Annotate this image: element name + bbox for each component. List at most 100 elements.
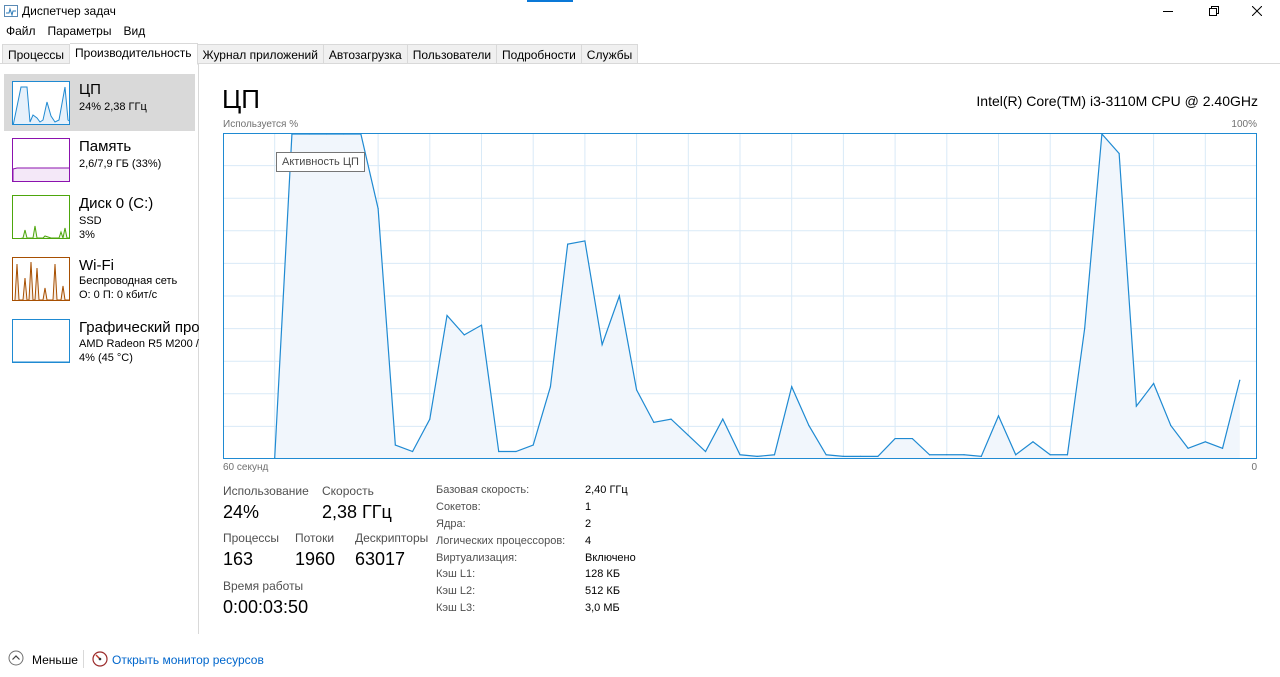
spec-value: 2,40 ГГц bbox=[585, 484, 628, 496]
cpu-usage-point bbox=[877, 455, 879, 457]
cpu-usage-point bbox=[946, 454, 948, 456]
cpu-usage-point bbox=[498, 450, 500, 453]
spec-value: 512 КБ bbox=[585, 585, 621, 597]
cpu-usage-point bbox=[1187, 447, 1189, 449]
spec-label: Кэш L2: bbox=[436, 585, 476, 597]
spec-value: 3,0 МБ bbox=[585, 602, 620, 614]
processes-value: 163 bbox=[223, 549, 254, 569]
cpu-usage-point bbox=[567, 243, 569, 245]
spec-label: Базовая скорость: bbox=[436, 484, 530, 496]
cpu-usage-point bbox=[860, 455, 862, 457]
cpu-usage-chart[interactable] bbox=[223, 132, 1257, 459]
tab-performance[interactable]: Производительность bbox=[70, 43, 198, 65]
spec-label: Логических процессоров: bbox=[436, 535, 566, 547]
cpu-usage-point bbox=[687, 434, 689, 436]
tab-users[interactable]: Пользователи bbox=[407, 44, 498, 64]
cpu-usage-point bbox=[670, 418, 672, 420]
cpu-usage-point bbox=[1015, 454, 1017, 456]
sidebar-item-cpu[interactable]: ЦП 24% 2,38 ГГц bbox=[4, 74, 195, 131]
uptime-value: 0:00:03:50 bbox=[223, 597, 309, 617]
sidebar-item-label: Графический про bbox=[79, 319, 200, 336]
cpu-usage-point bbox=[618, 295, 620, 297]
cpu-usage-point bbox=[463, 334, 465, 336]
tab-app-history[interactable]: Журнал приложений bbox=[197, 44, 324, 64]
cpu-usage-point bbox=[1049, 454, 1051, 456]
sidebar-item-label: Диск 0 (C:) bbox=[79, 195, 154, 212]
spec-label: Виртуализация: bbox=[436, 552, 518, 564]
tab-processes[interactable]: Процессы bbox=[2, 44, 71, 64]
sidebar-item-label: ЦП bbox=[79, 81, 101, 98]
usage-label: Использование bbox=[223, 484, 309, 498]
cpu-usage-point bbox=[791, 386, 793, 388]
sidebar: ЦП 24% 2,38 ГГц Память 2,6/7,9 ГБ (33%) … bbox=[0, 64, 200, 634]
chart-x-left-label: 60 секунд bbox=[223, 462, 269, 473]
spec-value: Включено bbox=[585, 552, 636, 564]
window-title: Диспетчер задач bbox=[22, 4, 116, 18]
spec-value: 2 bbox=[585, 518, 592, 530]
restore-icon bbox=[1209, 6, 1219, 16]
close-icon bbox=[1252, 6, 1262, 16]
menu-bar: Файл Параметры Вид bbox=[0, 22, 151, 40]
minimize-button[interactable] bbox=[1145, 0, 1191, 22]
sidebar-item-label: Wi-Fi bbox=[79, 257, 114, 274]
cpu-usage-point bbox=[928, 454, 931, 456]
cpu-usage-point bbox=[653, 421, 655, 423]
cpu-usage-point bbox=[773, 454, 776, 456]
cpu-usage-point bbox=[411, 450, 414, 453]
sidebar-item-memory[interactable]: Память 2,6/7,9 ГБ (33%) bbox=[4, 131, 195, 188]
cpu-usage-point bbox=[549, 386, 552, 388]
cpu-usage-point bbox=[825, 454, 827, 456]
wifi-thumbnail bbox=[12, 257, 70, 301]
cpu-usage-point bbox=[1204, 441, 1206, 443]
sidebar-item-detail: Беспроводная сеть bbox=[79, 275, 178, 287]
cpu-usage-point bbox=[911, 437, 913, 440]
sidebar-item-detail-2: О: 0 П: 0 кбит/с bbox=[79, 289, 158, 301]
cpu-usage-point bbox=[446, 314, 448, 317]
fewer-details-label[interactable]: Меньше bbox=[32, 653, 78, 667]
chart-y-label: Используется % bbox=[223, 119, 299, 130]
sidebar-item-detail: SSD bbox=[79, 215, 102, 227]
menu-file[interactable]: Файл bbox=[0, 22, 42, 40]
tab-startup[interactable]: Автозагрузка bbox=[323, 44, 408, 64]
handles-value: 63017 bbox=[355, 549, 406, 569]
uptime-label: Время работы bbox=[223, 579, 304, 593]
usage-value: 24% bbox=[223, 502, 260, 522]
processes-label: Процессы bbox=[223, 531, 280, 545]
tab-details[interactable]: Подробности bbox=[497, 44, 582, 64]
cpu-usage-point bbox=[480, 324, 483, 326]
sidebar-item-detail: AMD Radeon R5 M200 / bbox=[79, 338, 199, 350]
close-button[interactable] bbox=[1234, 0, 1280, 22]
page-title: ЦП bbox=[222, 84, 260, 114]
cpu-usage-point bbox=[636, 389, 638, 391]
sidebar-item-gpu[interactable]: Графический про AMD Radeon R5 M200 / 4% … bbox=[4, 312, 200, 369]
open-resource-monitor-label[interactable]: Открыть монитор ресурсов bbox=[112, 653, 264, 667]
spec-value: 1 bbox=[585, 501, 592, 513]
sidebar-item-wifi[interactable]: Wi-Fi Беспроводная сеть О: 0 П: 0 кбит/с bbox=[4, 250, 195, 307]
title-accent-line bbox=[527, 0, 573, 2]
chart-tooltip: Активность ЦП bbox=[276, 152, 365, 172]
cpu-usage-point bbox=[704, 450, 707, 453]
menu-options[interactable]: Параметры bbox=[42, 22, 118, 40]
spec-label: Кэш L1: bbox=[436, 568, 476, 580]
speed-value: 2,38 ГГц bbox=[322, 502, 392, 522]
sidebar-item-disk[interactable]: Диск 0 (C:) SSD 3% bbox=[4, 188, 195, 245]
cpu-usage-point bbox=[739, 454, 741, 456]
cpu-usage-point bbox=[601, 344, 603, 346]
cpu-usage-point bbox=[377, 207, 379, 210]
cpu-usage-point bbox=[584, 240, 586, 242]
spec-label: Ядра: bbox=[436, 518, 466, 530]
threads-value: 1960 bbox=[295, 549, 336, 569]
sidebar-item-detail-2: 3% bbox=[79, 229, 95, 241]
tab-services[interactable]: Службы bbox=[581, 44, 639, 64]
task-manager-icon bbox=[4, 5, 18, 17]
sidebar-item-detail: 2,6/7,9 ГБ (33%) bbox=[79, 158, 162, 170]
resource-monitor-icon bbox=[92, 651, 108, 667]
restore-button[interactable] bbox=[1191, 0, 1237, 22]
menu-view[interactable]: Вид bbox=[117, 22, 151, 40]
sidebar-item-detail-2: 4% (45 °C) bbox=[79, 352, 133, 364]
cpu-usage-point bbox=[1170, 425, 1172, 427]
cpu-usage-point bbox=[1135, 405, 1137, 407]
cpu-usage-point bbox=[842, 455, 845, 457]
disk-thumbnail bbox=[12, 195, 70, 239]
footer-divider bbox=[83, 650, 84, 668]
